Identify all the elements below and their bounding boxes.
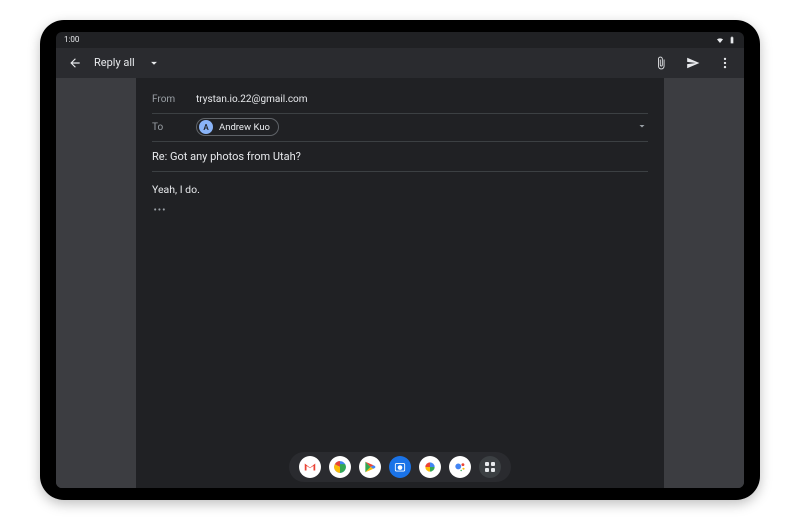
app-drawer-button[interactable] <box>479 456 501 478</box>
taskbar-app-gmail[interactable] <box>299 456 321 478</box>
attach-button[interactable] <box>652 54 670 72</box>
taskbar-app-camera[interactable] <box>389 456 411 478</box>
recipient-name: Andrew Kuo <box>219 122 270 133</box>
subject-text: Re: Got any photos from Utah? <box>152 150 301 163</box>
app-bar: Reply all <box>56 48 744 78</box>
compose-body[interactable]: Yeah, I do. ••• <box>152 172 648 488</box>
taskbar-app-chrome[interactable] <box>329 456 351 478</box>
wifi-icon <box>716 36 724 44</box>
send-button[interactable] <box>684 54 702 72</box>
screen: 1:00 Reply all <box>56 32 744 488</box>
body-text: Yeah, I do. <box>152 182 648 199</box>
battery-icon <box>728 36 736 44</box>
expand-recipients-button[interactable] <box>636 120 648 135</box>
from-address: trystan.io.22@gmail.com <box>196 94 308 105</box>
right-gutter <box>664 78 744 488</box>
status-bar: 1:00 <box>56 32 744 48</box>
to-row[interactable]: To A Andrew Kuo <box>152 114 648 142</box>
from-label: From <box>152 94 186 105</box>
left-gutter <box>56 78 136 488</box>
reply-mode-dropdown[interactable] <box>145 54 163 72</box>
content-area: From trystan.io.22@gmail.com To A Andrew… <box>56 78 744 488</box>
taskbar <box>289 452 511 482</box>
status-right <box>716 36 736 44</box>
app-bar-title: Reply all <box>94 56 135 69</box>
taskbar-app-assistant[interactable] <box>449 456 471 478</box>
taskbar-app-photos[interactable] <box>419 456 441 478</box>
subject-row[interactable]: Re: Got any photos from Utah? <box>152 142 648 172</box>
from-row[interactable]: From trystan.io.22@gmail.com <box>152 86 648 114</box>
show-quoted-text-button[interactable]: ••• <box>152 206 168 216</box>
status-time: 1:00 <box>64 35 79 44</box>
back-button[interactable] <box>66 54 84 72</box>
overflow-menu-button[interactable] <box>716 54 734 72</box>
tablet-frame: 1:00 Reply all <box>40 20 760 500</box>
taskbar-app-play[interactable] <box>359 456 381 478</box>
avatar: A <box>199 120 213 134</box>
recipient-chip[interactable]: A Andrew Kuo <box>196 118 279 136</box>
compose-panel: From trystan.io.22@gmail.com To A Andrew… <box>136 78 664 488</box>
to-label: To <box>152 122 186 133</box>
